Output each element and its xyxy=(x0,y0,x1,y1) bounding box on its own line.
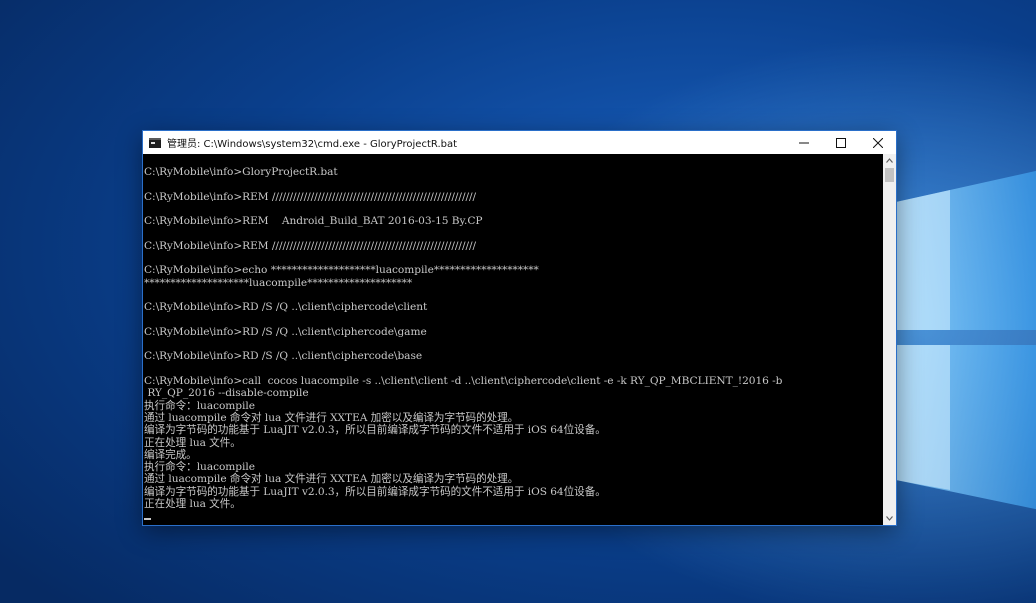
console-line: C:\RyMobile\info>RD /S /Q ..\client\ciph… xyxy=(144,350,423,363)
windows-logo-icon xyxy=(896,170,1036,510)
console-line: 编译完成。 xyxy=(144,448,197,461)
close-button[interactable] xyxy=(859,131,896,154)
window-controls xyxy=(785,131,896,154)
console-line: ********************luacompile**********… xyxy=(144,276,413,289)
windows-logo-wallpaper xyxy=(880,170,1036,510)
scroll-down-arrow-icon xyxy=(886,516,893,521)
scroll-up-arrow-icon xyxy=(886,158,893,163)
close-icon xyxy=(872,137,883,148)
console-line: 执行命令：luacompile xyxy=(144,461,255,474)
window-title: 管理员: C:\Windows\system32\cmd.exe - Glory… xyxy=(167,139,458,150)
minimize-button[interactable] xyxy=(785,131,822,154)
console-line: 编译为字节码的功能基于 LuaJIT v2.0.3，所以目前编译成字节码的文件不… xyxy=(144,424,606,437)
console-line: 正在处理 lua 文件。 xyxy=(144,498,241,511)
console-icon[interactable] xyxy=(149,137,161,148)
vertical-scrollbar[interactable] xyxy=(883,154,896,525)
console-line: 正在处理 lua 文件。 xyxy=(144,436,241,449)
scroll-thumb[interactable] xyxy=(885,168,894,182)
console-line: C:\RyMobile\info>RD /S /Q ..\client\ciph… xyxy=(144,325,427,338)
console-line: C:\RyMobile\info>REM ///////////////////… xyxy=(144,190,477,203)
console-line: 执行命令：luacompile xyxy=(144,399,255,412)
console-line: C:\RyMobile\info>echo ******************… xyxy=(144,264,539,277)
minimize-icon xyxy=(798,142,809,143)
console-line: C:\RyMobile\info>GloryProjectR.bat xyxy=(144,166,338,178)
console-output[interactable]: C:\RyMobile\info>GloryProjectR.bat C:\RyM… xyxy=(143,154,883,525)
maximize-button[interactable] xyxy=(822,131,859,154)
maximize-icon xyxy=(835,137,846,148)
console-line: 通过 luacompile 命令对 lua 文件进行 XXTEA 加密以及编译为… xyxy=(144,473,519,486)
console-line: C:\RyMobile\info>RD /S /Q ..\client\ciph… xyxy=(144,301,428,314)
console-line: RY_QP_2016 --disable-compile xyxy=(144,387,309,400)
console-line: C:\RyMobile\info>REM Android_Build_BAT 2… xyxy=(144,215,483,228)
scroll-up-button[interactable] xyxy=(883,154,896,167)
scroll-down-button[interactable] xyxy=(883,512,896,525)
console-line: C:\RyMobile\info>call cocos luacompile -… xyxy=(144,375,783,388)
console-line: C:\RyMobile\info>REM ///////////////////… xyxy=(144,239,477,252)
console-line: 通过 luacompile 命令对 lua 文件进行 XXTEA 加密以及编译为… xyxy=(144,411,519,424)
text-cursor xyxy=(144,518,151,521)
title-bar[interactable]: 管理员: C:\Windows\system32\cmd.exe - Glory… xyxy=(143,131,896,154)
cmd-window[interactable]: 管理员: C:\Windows\system32\cmd.exe - Glory… xyxy=(143,131,896,525)
console-line: 编译为字节码的功能基于 LuaJIT v2.0.3，所以目前编译成字节码的文件不… xyxy=(144,485,606,498)
